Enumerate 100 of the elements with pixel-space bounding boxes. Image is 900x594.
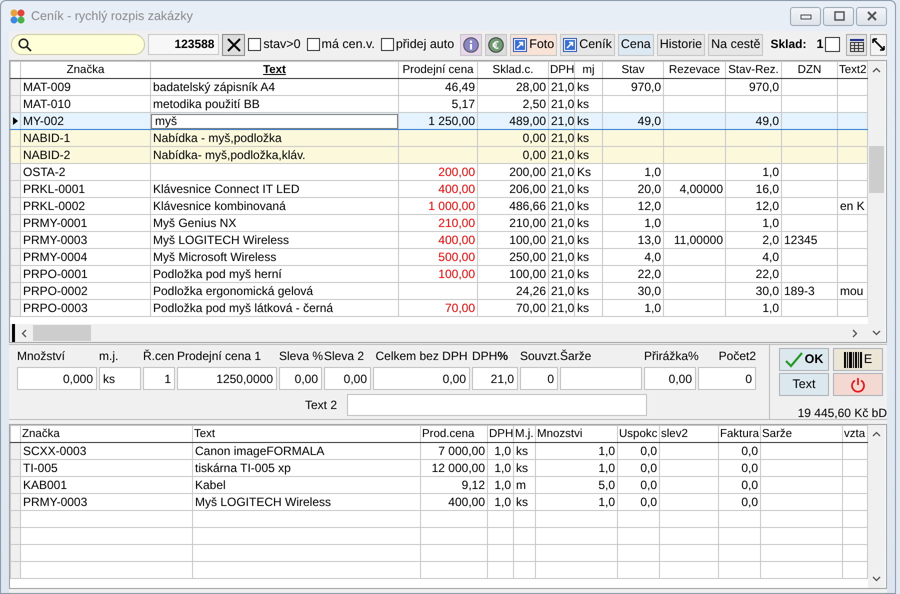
table-cell: 21,0	[548, 282, 574, 300]
checkbox[interactable]	[306, 38, 320, 51]
table-cell: PRPO-0003	[20, 300, 150, 316]
column-header[interactable]: vzta	[842, 426, 868, 442]
input-field[interactable]	[347, 394, 648, 416]
input-field[interactable]: 0,00	[373, 367, 470, 390]
scroll-up-icon	[872, 67, 881, 73]
table-cell: 970,0	[726, 78, 782, 96]
table-cell: tiskárna TI-005 xp	[192, 460, 420, 476]
column-header[interactable]: Text	[150, 62, 398, 78]
code-field[interactable]: 123588	[148, 34, 220, 55]
table-cell: 1 250,00	[398, 112, 478, 130]
table-cell: 28,00	[478, 78, 548, 96]
column-header[interactable]: Stav-Rez.	[726, 62, 782, 78]
table-cell: 22,0	[602, 266, 664, 282]
input-field[interactable]: 0,00	[279, 367, 322, 390]
field-label: Přirážka%	[644, 349, 696, 364]
input-field[interactable]: 0,00	[324, 367, 371, 390]
info-icon	[463, 36, 480, 52]
checkbox-label[interactable]: má cen.v.	[322, 37, 375, 52]
link-button[interactable]: Ceník	[560, 34, 615, 56]
input-field[interactable]: 0,00	[644, 367, 696, 390]
table-cell: 4,0	[726, 248, 782, 266]
table-cell: 1,0	[726, 214, 782, 232]
input-field[interactable]: 0,000	[17, 367, 97, 390]
table-cell: 1 000,00	[398, 198, 478, 214]
field-label: Text 2	[305, 398, 338, 412]
checkbox[interactable]	[248, 38, 262, 51]
barcode-icon	[844, 352, 862, 368]
search-field[interactable]	[11, 34, 146, 55]
table-cell: 5,0	[536, 476, 618, 494]
input-field[interactable]: ks	[99, 367, 141, 390]
scroll-left-icon	[21, 328, 27, 338]
cell-editor[interactable]: myš	[152, 114, 398, 128]
input-field[interactable]: 1	[143, 367, 175, 390]
column-header[interactable]: DPH	[548, 62, 574, 78]
table-cell: 400,00	[420, 494, 488, 510]
column-header[interactable]: Mnozstvi	[536, 426, 618, 442]
clear-button[interactable]	[222, 34, 246, 56]
column-header[interactable]: Značka	[20, 426, 192, 442]
table-cell: OSTA-2	[20, 164, 150, 180]
table-cell: 16,0	[726, 180, 782, 198]
toolbar-button[interactable]: Na cestě	[708, 34, 764, 56]
input-field[interactable]: 1250,0000	[177, 367, 277, 390]
close-button[interactable]	[856, 6, 887, 26]
column-header[interactable]: Značka	[20, 62, 150, 78]
column-header[interactable]: Sarže	[760, 426, 842, 442]
column-header[interactable]: M.j.	[514, 426, 536, 442]
app-icon	[10, 8, 25, 24]
table-cell: 49,0	[602, 112, 664, 130]
barcode-button[interactable]: E	[833, 348, 883, 371]
input-field[interactable]: 0	[698, 367, 756, 390]
grid-button[interactable]	[846, 34, 867, 56]
column-header[interactable]: Sklad.c.	[478, 62, 548, 78]
toolbar-button[interactable]: Historie	[656, 34, 706, 56]
column-header[interactable]: Rezevace	[664, 62, 726, 78]
checkbox-label[interactable]: přidej auto	[396, 37, 454, 52]
input-field[interactable]: 0	[520, 367, 558, 390]
minimize-button[interactable]	[790, 6, 821, 26]
column-header[interactable]: DZN	[782, 62, 838, 78]
column-header[interactable]: Uspokc	[618, 426, 660, 442]
table-cell: 0,00	[478, 146, 548, 164]
table-cell: 7 000,00	[420, 442, 488, 460]
column-header[interactable]: slev2	[660, 426, 718, 442]
euro-icon	[488, 36, 504, 52]
column-header[interactable]: Faktura	[718, 426, 760, 442]
column-header[interactable]: DPH	[488, 426, 514, 442]
table-cell: 46,49	[398, 78, 478, 96]
resize-button[interactable]	[870, 34, 888, 56]
table-cell: 4,00000	[664, 180, 726, 198]
euro-button[interactable]	[485, 34, 508, 56]
checkbox-label[interactable]: stav>0	[263, 37, 301, 52]
table-cell: 1,0	[536, 460, 618, 476]
checkbox[interactable]	[825, 37, 840, 52]
scrollbar-thumb[interactable]	[33, 325, 91, 341]
input-field[interactable]: 21,0	[472, 367, 518, 390]
toolbar-button[interactable]: Cena	[618, 34, 654, 56]
scrollbar-thumb[interactable]	[869, 146, 884, 193]
table-cell: 1,0	[488, 460, 514, 476]
column-header[interactable]: Text2	[838, 62, 868, 78]
field-label: Souvzt.	[520, 349, 558, 364]
table-icon	[848, 38, 865, 52]
column-header[interactable]: Prod.cena	[420, 426, 488, 442]
column-header[interactable]: Prodejní cena	[398, 62, 478, 78]
link-button[interactable]: Foto	[510, 34, 558, 56]
table-cell: 1,0	[488, 476, 514, 494]
ok-button[interactable]: OK	[779, 348, 829, 371]
column-header[interactable]: Text	[192, 426, 420, 442]
column-header[interactable]: mj	[574, 62, 602, 78]
maximize-button[interactable]	[823, 6, 854, 26]
table-cell: KAB001	[20, 476, 192, 494]
power-button[interactable]	[833, 373, 883, 396]
total-amount: 19 445,60 Kč bD	[796, 406, 887, 420]
info-button[interactable]	[460, 34, 482, 56]
checkbox[interactable]	[380, 38, 394, 51]
table-cell: 9,12	[420, 476, 488, 494]
column-header[interactable]: Stav	[602, 62, 664, 78]
table-cell: 1,0	[536, 442, 618, 460]
text-button[interactable]: Text	[779, 373, 829, 396]
input-field[interactable]	[560, 367, 642, 390]
